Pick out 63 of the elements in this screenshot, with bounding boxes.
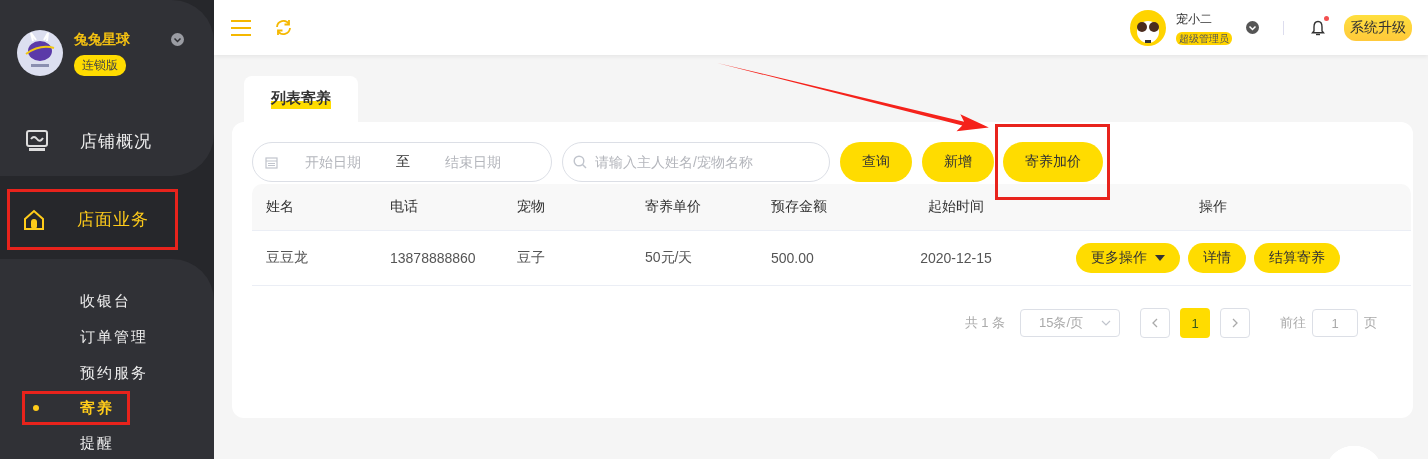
- nav-item[interactable]: 店铺概况: [0, 118, 177, 164]
- submenu-label: 订单管理: [80, 327, 148, 347]
- column-header: 预存金额: [771, 198, 828, 216]
- end-date-field[interactable]: 结束日期: [418, 153, 528, 171]
- search-icon: [573, 155, 587, 169]
- page-suffix: 页: [1364, 314, 1377, 332]
- column-header: 寄养单价: [645, 198, 702, 216]
- submenu-item[interactable]: 收银台: [0, 283, 214, 319]
- upgrade-button[interactable]: 系统升级: [1344, 14, 1412, 41]
- role-badge: 超级管理员: [1176, 31, 1232, 45]
- nav-item[interactable]: 店面业务: [8, 190, 177, 249]
- submenu-item[interactable]: 预约服务: [0, 355, 214, 391]
- user-name: 宠小二: [1176, 10, 1213, 28]
- toolbar-button[interactable]: 新增: [922, 142, 994, 182]
- submenu-label: 预约服务: [80, 363, 148, 383]
- column-header: 宠物: [517, 198, 546, 216]
- house-icon: [22, 207, 46, 232]
- table-cell-text: 500.00: [771, 250, 815, 266]
- toolbar-button[interactable]: 查询: [840, 142, 912, 182]
- planet-logo-icon: [17, 30, 63, 76]
- caret-icon: [1155, 255, 1165, 261]
- table-cell-text: 豆豆龙: [265, 249, 309, 267]
- range-separator: 至: [396, 153, 410, 171]
- page-number-button[interactable]: 1: [1180, 308, 1210, 338]
- chevron-down-icon: [1101, 320, 1111, 326]
- avatar-icon: [1130, 9, 1166, 46]
- submenu-item[interactable]: 寄养: [22, 391, 130, 425]
- table-cell-text: 豆子: [517, 249, 546, 267]
- chevron-down-icon: [171, 33, 184, 46]
- submenu-label: 收银台: [80, 291, 131, 311]
- table-cell-text: 50元/天: [645, 249, 694, 267]
- total-count: 共 1 条: [964, 314, 1005, 332]
- submenu-item[interactable]: 订单管理: [0, 319, 214, 355]
- chevron-down-icon: [1246, 21, 1259, 34]
- nav-label: 店铺概况: [80, 130, 152, 153]
- bell-icon: [1311, 19, 1325, 36]
- chevron-left-icon: [1152, 318, 1158, 328]
- column-header: 起始时间: [927, 198, 985, 216]
- submenu-label: 寄养: [80, 398, 114, 418]
- table-cell-text: 13878888860: [390, 250, 477, 266]
- goto-label: 前往: [1280, 314, 1306, 332]
- edition-badge: 连锁版: [74, 55, 126, 76]
- column-header: 姓名: [265, 198, 295, 216]
- action-button[interactable]: 详情: [1188, 243, 1246, 273]
- refresh-icon: [275, 19, 292, 36]
- monitor-icon: [25, 129, 49, 153]
- column-header: 操作: [1198, 198, 1228, 216]
- calendar-icon: [265, 155, 278, 169]
- active-dot-icon: [33, 405, 39, 411]
- submenu-label: 提醒: [80, 433, 114, 453]
- store-name: 兔兔星球: [74, 31, 130, 49]
- column-header: 电话: [390, 198, 419, 216]
- menu-icon: [231, 19, 251, 36]
- nav-label: 店面业务: [77, 209, 149, 231]
- dropdown-button[interactable]: 更多操作: [1076, 243, 1180, 273]
- toolbar-button[interactable]: 寄养加价: [1003, 141, 1103, 182]
- chevron-right-icon: [1232, 318, 1238, 328]
- previous-page-button[interactable]: [1140, 308, 1170, 338]
- action-button[interactable]: 结算寄养: [1254, 243, 1340, 273]
- submenu-item[interactable]: 提醒: [0, 425, 214, 459]
- table-cell-text: 2020-12-15: [919, 250, 993, 266]
- next-page-button[interactable]: [1220, 308, 1250, 338]
- start-date-field[interactable]: 开始日期: [278, 153, 388, 171]
